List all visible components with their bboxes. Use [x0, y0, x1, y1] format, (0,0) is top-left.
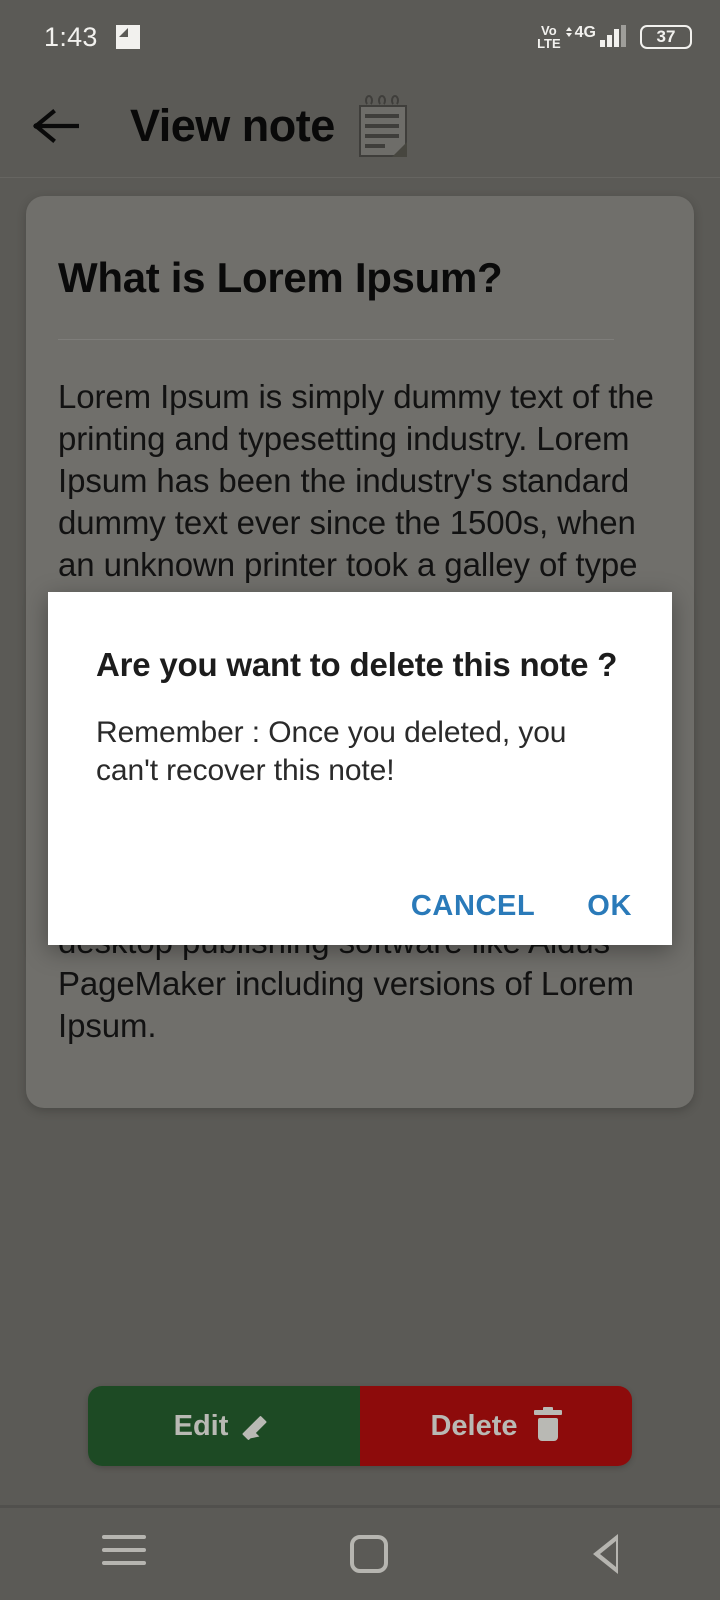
trash-icon [533, 1407, 562, 1442]
phone-screen: 1:43 Vo LTE 4G 37 View note What is Lore… [0, 0, 720, 1600]
status-bar: 1:43 Vo LTE 4G 37 [0, 0, 720, 74]
recents-icon[interactable] [102, 1534, 147, 1574]
back-arrow-icon[interactable] [30, 100, 82, 152]
status-bar-clock: 1:43 [44, 21, 98, 52]
signal-strength-icon: 4G [565, 24, 626, 47]
note-title: What is Lorem Ipsum? [58, 254, 503, 301]
dialog-title: Are you want to delete this note ? [96, 646, 618, 683]
status-bar-right: Vo LTE 4G 37 [537, 24, 692, 50]
delete-button-label: Delete [430, 1409, 518, 1442]
system-nav-bar [0, 1508, 720, 1600]
page-title: View note [130, 100, 335, 151]
trash-lid [533, 1410, 562, 1415]
network-type-label: 4G [565, 24, 596, 41]
delete-button[interactable]: Delete [360, 1386, 632, 1466]
nav-back-icon[interactable] [592, 1534, 618, 1574]
battery-icon: 37 [640, 24, 692, 50]
notepad-icon [358, 95, 407, 157]
cancel-button[interactable]: CANCEL [411, 890, 535, 923]
delete-confirmation-dialog: Are you want to delete this note ? Remem… [48, 592, 672, 945]
trash-can [537, 1418, 558, 1441]
note-title-divider [58, 339, 614, 341]
signal-bars-icon [600, 25, 626, 47]
dialog-action-row: CANCEL OK [411, 890, 632, 923]
volte-icon: Vo LTE [537, 24, 561, 50]
note-action-bar: Edit Delete [88, 1386, 632, 1466]
notepad-fold [391, 142, 407, 157]
dialog-message: Remember : Once you deleted, you can't r… [96, 715, 567, 787]
ok-button[interactable]: OK [587, 890, 632, 923]
volte-bottom-label: LTE [537, 36, 561, 51]
edit-button[interactable]: Edit [88, 1386, 360, 1466]
edit-button-label: Edit [173, 1409, 229, 1442]
screenshot-icon [115, 25, 140, 49]
status-bar-left: 1:43 [44, 22, 140, 53]
app-bar: View note [0, 74, 720, 178]
app-bar-divider [0, 177, 720, 178]
pencil-icon [244, 1411, 274, 1441]
home-icon[interactable] [350, 1535, 389, 1573]
